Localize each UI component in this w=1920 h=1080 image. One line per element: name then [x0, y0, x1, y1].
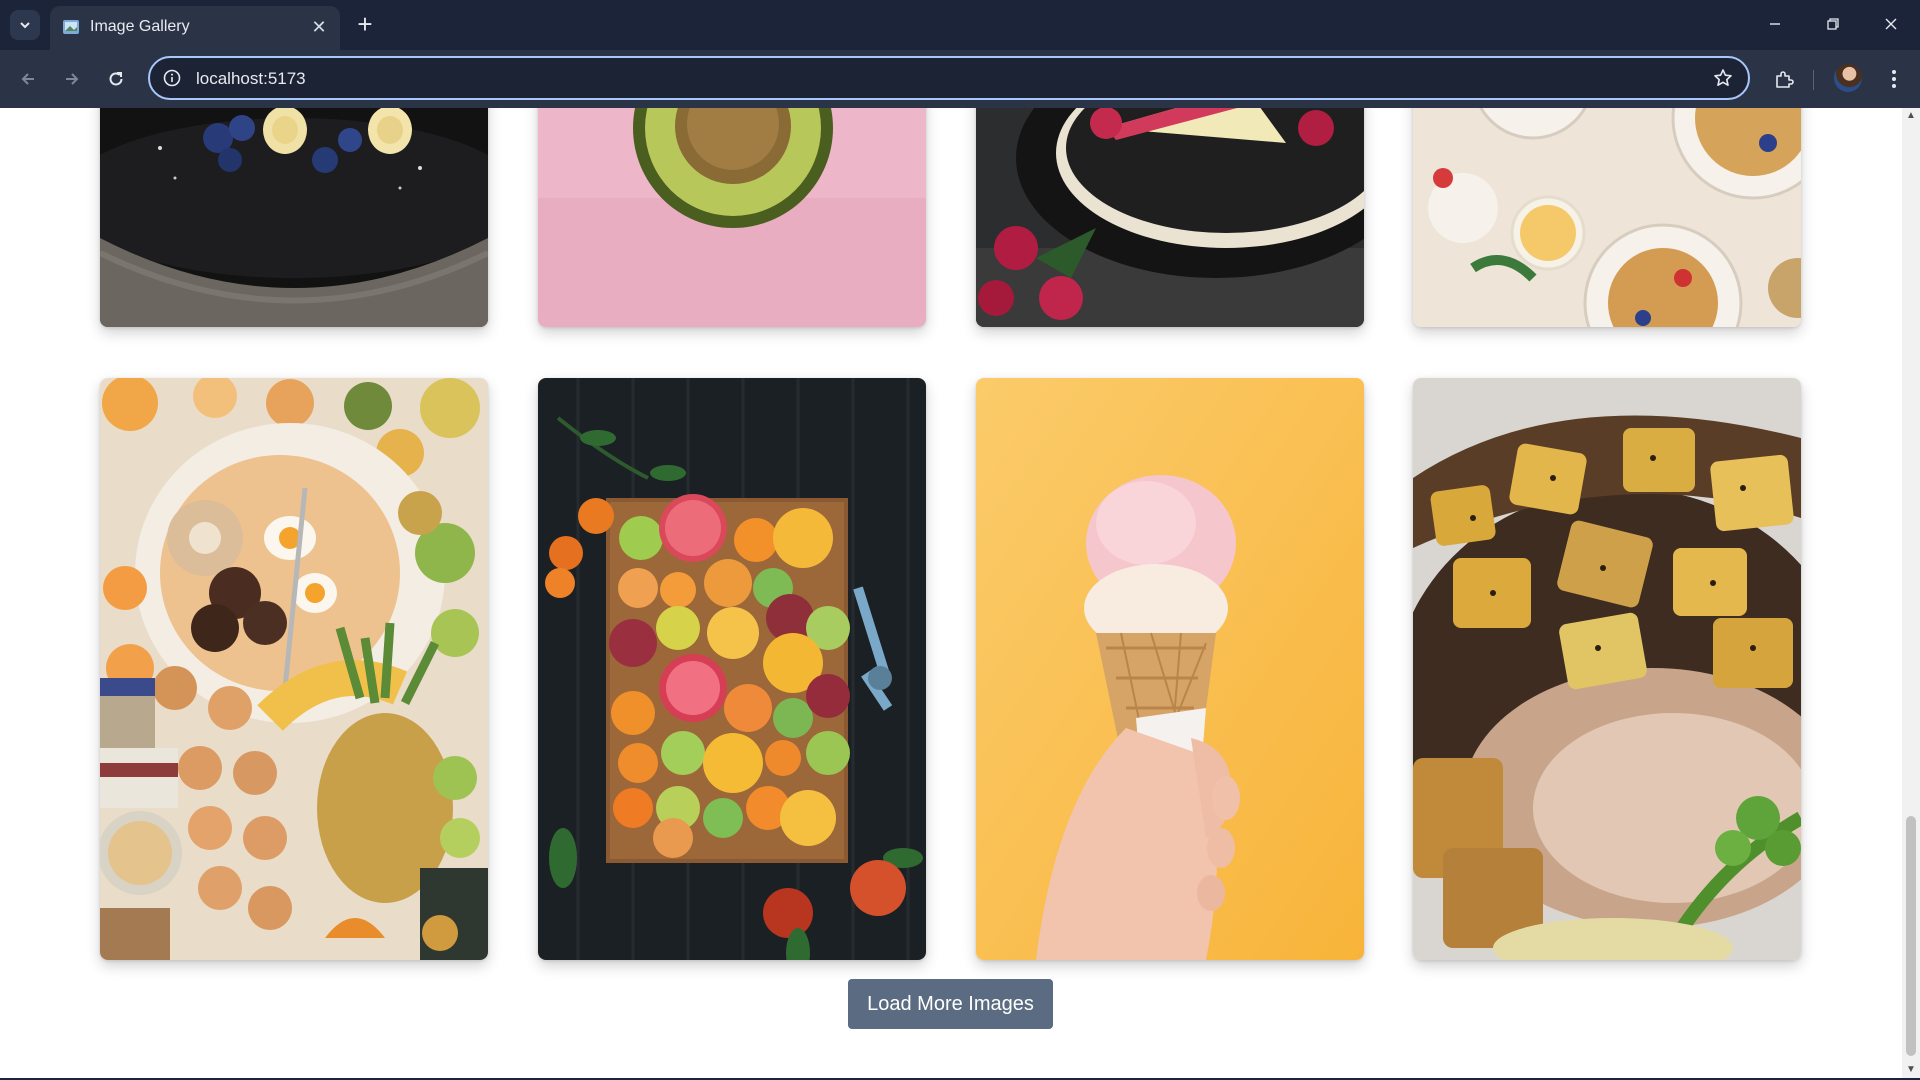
- gallery-image[interactable]: [976, 378, 1364, 960]
- gallery-image[interactable]: [1413, 378, 1801, 960]
- gallery-image[interactable]: [100, 108, 488, 327]
- gallery-image[interactable]: [1413, 108, 1801, 327]
- image-icon: [62, 19, 80, 35]
- minimize-icon[interactable]: [1752, 8, 1798, 40]
- scroll-up-icon[interactable]: ▲: [1902, 108, 1920, 124]
- chevron-down-icon[interactable]: [10, 10, 40, 40]
- gallery-image[interactable]: [100, 378, 488, 960]
- url-text[interactable]: localhost:5173: [196, 69, 306, 89]
- arrow-left-icon[interactable]: [12, 63, 44, 95]
- arrow-right-icon[interactable]: [56, 63, 88, 95]
- tab-title: Image Gallery: [90, 18, 190, 35]
- reload-icon[interactable]: [100, 63, 132, 95]
- close-window-icon[interactable]: [1868, 8, 1914, 40]
- load-more-button[interactable]: Load More Images: [848, 979, 1053, 1029]
- more-vertical-icon[interactable]: [1878, 63, 1910, 95]
- gallery-image[interactable]: [538, 108, 926, 327]
- plus-icon[interactable]: +: [352, 10, 378, 40]
- star-icon[interactable]: [1712, 67, 1734, 89]
- restore-icon[interactable]: [1810, 8, 1856, 40]
- avatar[interactable]: [1834, 64, 1862, 92]
- info-icon[interactable]: [162, 68, 182, 88]
- page-scrollbar[interactable]: ▲ ▼: [1902, 108, 1920, 1078]
- gallery-image[interactable]: [538, 378, 926, 960]
- browser-toolbar: localhost:5173: [0, 50, 1920, 108]
- scroll-down-icon[interactable]: ▼: [1902, 1062, 1920, 1078]
- browser-tab[interactable]: Image Gallery ✕: [50, 6, 340, 50]
- scrollbar-thumb[interactable]: [1906, 816, 1916, 1056]
- toolbar-divider: [1813, 70, 1814, 90]
- gallery-image[interactable]: [976, 108, 1364, 327]
- browser-tab-bar: Image Gallery ✕ +: [0, 0, 1920, 50]
- close-icon[interactable]: ✕: [308, 16, 330, 38]
- puzzle-icon[interactable]: [1768, 63, 1800, 95]
- page-viewport: Load More Images: [0, 108, 1902, 1078]
- address-bar[interactable]: localhost:5173: [148, 56, 1750, 100]
